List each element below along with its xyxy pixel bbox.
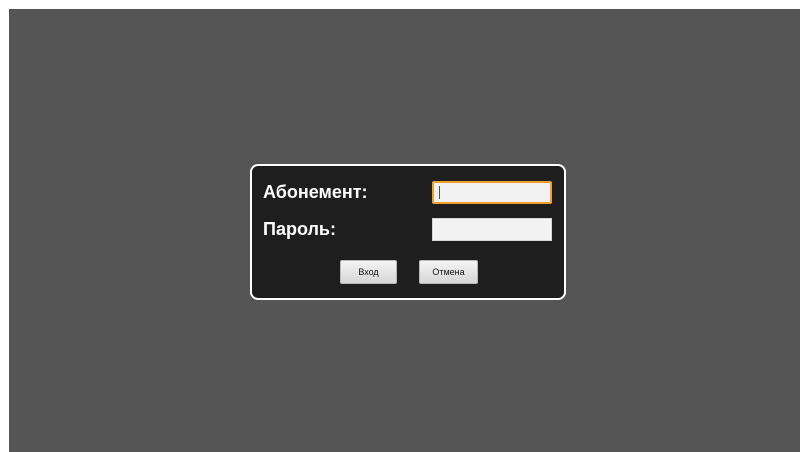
login-button[interactable]: Вход — [340, 260, 397, 284]
password-input[interactable] — [432, 218, 552, 241]
subscription-input[interactable] — [432, 181, 552, 204]
cancel-button[interactable]: Отмена — [419, 260, 478, 284]
text-cursor — [439, 186, 440, 199]
subscription-label: Абонемент: — [263, 182, 368, 202]
login-dialog: Абонемент: Пароль: Вход Отмена — [250, 164, 566, 300]
password-label: Пароль: — [263, 219, 336, 239]
app-screen: Абонемент: Пароль: Вход Отмена — [9, 9, 800, 452]
